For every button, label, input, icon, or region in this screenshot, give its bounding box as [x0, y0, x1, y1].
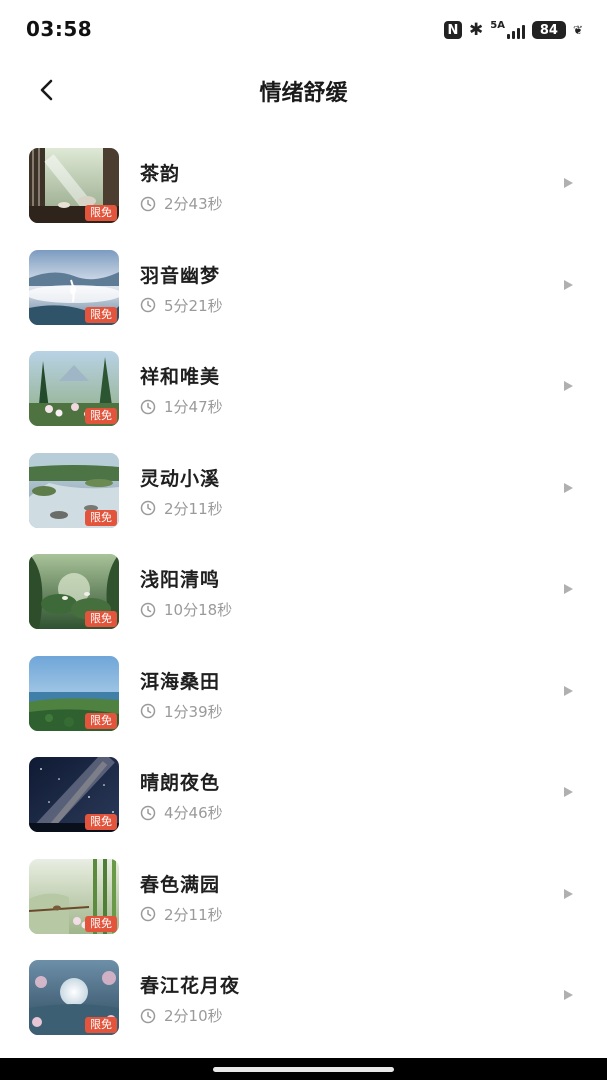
track-title: 羽音幽梦: [140, 264, 221, 287]
header: 情绪舒缓: [0, 58, 607, 122]
track-duration: 2分11秒: [140, 904, 223, 925]
list-item[interactable]: 限免 晴朗夜色 4分46秒: [0, 743, 607, 845]
duration-text: 1分47秒: [164, 398, 223, 416]
clock-icon: [140, 500, 156, 516]
clock-icon: [140, 399, 156, 415]
page-title: 情绪舒缓: [259, 81, 348, 106]
track-duration: 5分21秒: [140, 295, 223, 316]
track-title: 晴朗夜色: [140, 772, 221, 794]
track-thumbnail: 限免: [29, 351, 119, 426]
free-badge: 限免: [85, 509, 117, 526]
play-icon[interactable]: [564, 685, 573, 696]
battery-level: 84: [539, 22, 558, 38]
status-icons: N ✱ 5A 84 ❦: [443, 19, 583, 41]
status-time: 03:58: [26, 17, 93, 41]
free-badge: 限免: [85, 814, 117, 830]
track-duration: 10分18秒: [140, 599, 232, 620]
navigation-bar: [0, 1058, 607, 1080]
clock-icon: [140, 703, 156, 719]
track-title: 祥和唯美: [140, 366, 221, 388]
free-badge: 限免: [85, 611, 117, 627]
play-icon[interactable]: [564, 279, 573, 290]
track-thumbnail: 限免: [29, 148, 119, 223]
signal-icon: 5A: [490, 21, 525, 39]
free-badge: 限免: [85, 1017, 117, 1033]
play-icon[interactable]: [564, 381, 573, 391]
track-thumbnail: 限免: [29, 249, 119, 325]
duration-text: 5分21秒: [164, 296, 223, 315]
track-title: 春江花月夜: [140, 975, 241, 997]
track-duration: 2分11秒: [140, 498, 223, 519]
free-badge: 限免: [85, 408, 117, 424]
duration-text: 2分43秒: [164, 195, 223, 213]
clock-icon: [140, 602, 156, 618]
status-bar: 03:58 N ✱ 5A 84 ❦: [0, 0, 607, 58]
clock-icon: [140, 805, 156, 821]
list-item[interactable]: 限免 春色满园 2分11秒: [0, 845, 607, 947]
track-thumbnail: 限免: [29, 858, 119, 934]
play-icon[interactable]: [564, 787, 573, 797]
clock-icon: [140, 196, 156, 212]
track-title: 茶韵: [140, 163, 181, 185]
battery-icon: 84: [531, 21, 566, 39]
free-badge: 限免: [85, 306, 117, 323]
home-indicator[interactable]: [213, 1067, 394, 1072]
track-list: 限免 茶韵 2分43秒 限免 羽音幽梦 5分21秒 限免 祥和唯美 1分47秒 …: [0, 134, 607, 1048]
play-icon[interactable]: [564, 888, 573, 899]
play-icon[interactable]: [564, 178, 573, 188]
clock-icon: [140, 906, 156, 922]
play-icon[interactable]: [564, 584, 573, 594]
free-badge: 限免: [85, 712, 117, 729]
list-item[interactable]: 限免 浅阳清鸣 10分18秒: [0, 540, 607, 642]
track-duration: 1分47秒: [140, 396, 223, 417]
list-item[interactable]: 限免 祥和唯美 1分47秒: [0, 337, 607, 439]
track-thumbnail: 限免: [29, 655, 119, 731]
track-title: 春色满园: [140, 873, 221, 896]
list-item[interactable]: 限免 洱海桑田 1分39秒: [0, 642, 607, 744]
track-duration: 2分43秒: [140, 193, 223, 214]
free-badge: 限免: [85, 915, 117, 932]
track-thumbnail: 限免: [29, 554, 119, 629]
duration-text: 1分39秒: [164, 702, 223, 721]
duration-text: 2分10秒: [164, 1007, 223, 1025]
track-title: 浅阳清鸣: [140, 569, 221, 591]
clock-icon: [140, 1008, 156, 1024]
duration-text: 2分11秒: [164, 499, 223, 518]
clock-icon: [140, 297, 156, 313]
track-thumbnail: 限免: [29, 960, 119, 1035]
track-title: 灵动小溪: [140, 467, 221, 490]
list-item[interactable]: 限免 茶韵 2分43秒: [0, 134, 607, 236]
nfc-icon: N: [443, 21, 462, 39]
list-item[interactable]: 限免 灵动小溪 2分11秒: [0, 439, 607, 541]
duration-text: 10分18秒: [164, 601, 233, 619]
duration-text: 2分11秒: [164, 905, 223, 924]
duration-text: 4分46秒: [164, 804, 223, 822]
track-duration: 4分46秒: [140, 802, 223, 823]
list-item[interactable]: 限免 春江花月夜 2分10秒: [0, 946, 607, 1048]
bluetooth-icon: ✱: [468, 20, 484, 40]
free-badge: 限免: [85, 205, 117, 221]
list-item[interactable]: 限免 羽音幽梦 5分21秒: [0, 236, 607, 338]
track-duration: 2分10秒: [140, 1005, 223, 1026]
network-type-label: 5A: [490, 20, 505, 31]
track-title: 洱海桑田: [140, 670, 221, 693]
play-icon[interactable]: [564, 990, 573, 1000]
track-thumbnail: 限免: [29, 452, 119, 528]
track-thumbnail: 限免: [29, 757, 119, 832]
leaf-icon: ❦: [572, 23, 583, 37]
track-duration: 1分39秒: [140, 701, 223, 722]
play-icon[interactable]: [564, 482, 573, 493]
